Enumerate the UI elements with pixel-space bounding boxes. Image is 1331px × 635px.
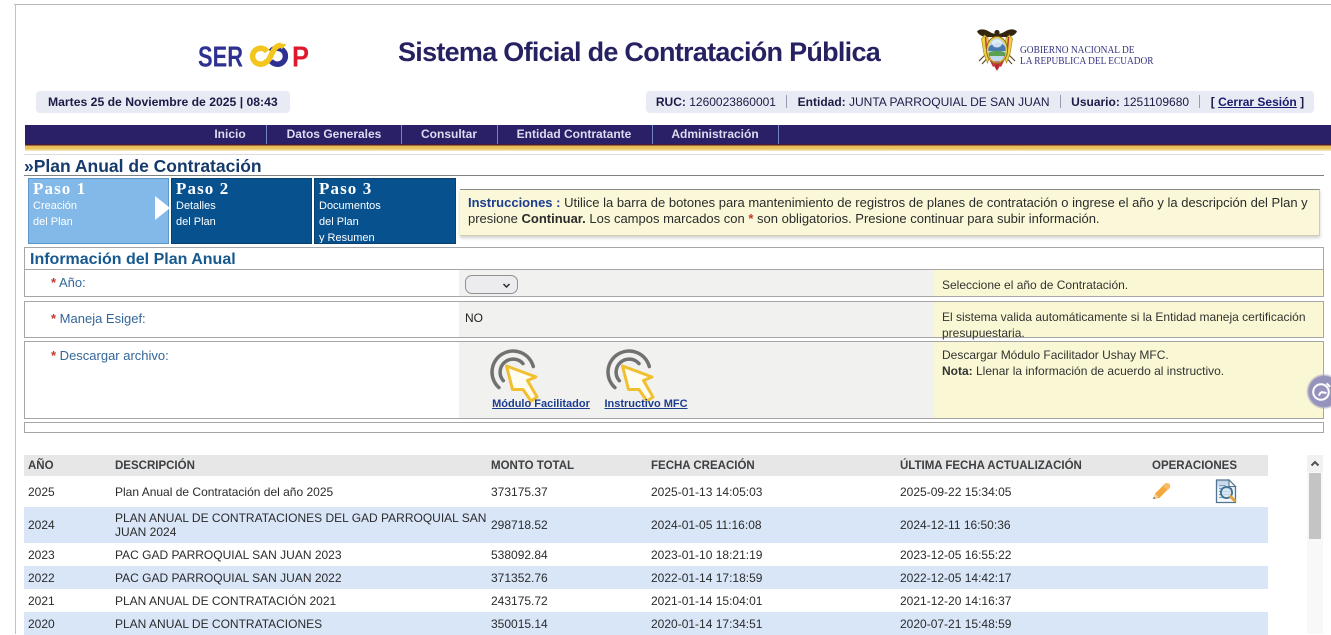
svg-text:GOBIERNO NACIONAL DE: GOBIERNO NACIONAL DE <box>1020 45 1135 56</box>
svg-text:SER: SER <box>198 42 243 72</box>
svg-text:LA REPUBLICA DEL ECUADOR: LA REPUBLICA DEL ECUADOR <box>1020 56 1154 67</box>
svg-text:P: P <box>292 42 309 72</box>
